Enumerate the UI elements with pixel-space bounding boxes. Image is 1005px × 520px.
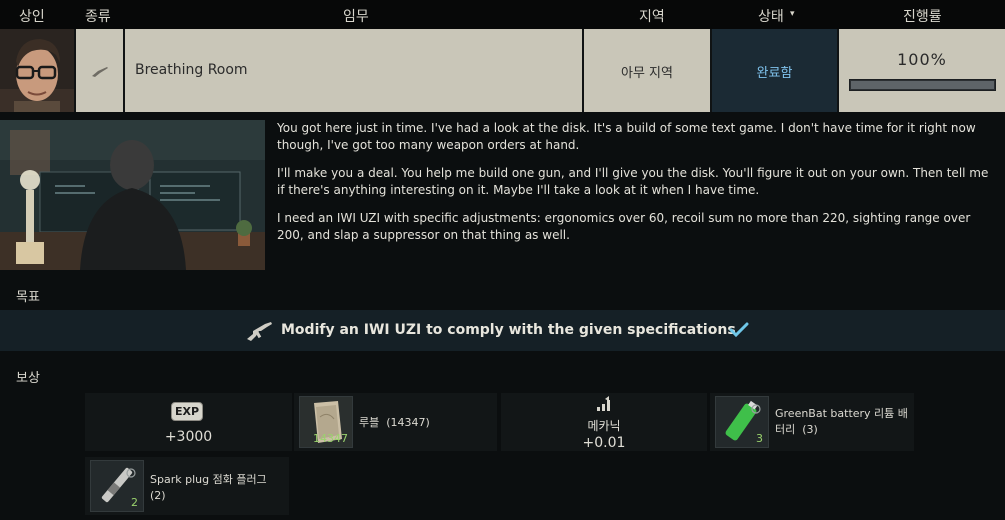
- skill-bars-icon: [597, 396, 610, 411]
- reward-spark-plug[interactable]: 2 Spark plug 점화 플러그 (2): [85, 457, 289, 515]
- description-paragraph: You got here just in time. I've had a lo…: [277, 121, 976, 152]
- exp-value: +3000: [164, 429, 213, 445]
- quest-scene-image: [0, 120, 265, 270]
- exp-icon: EXP: [171, 402, 203, 421]
- weapon-icon: [92, 67, 108, 77]
- skill-value: +0.01: [582, 435, 626, 451]
- reward-skill: 메카닉 +0.01: [501, 393, 707, 451]
- quest-progress-cell: 100%: [839, 29, 1005, 112]
- checkmark-icon: [729, 322, 749, 338]
- rewards-label: 보상: [16, 371, 40, 386]
- header-type[interactable]: 종류: [85, 6, 111, 26]
- header-location[interactable]: 지역: [639, 6, 665, 26]
- quest-location: 아무 지역: [621, 66, 673, 81]
- status-badge: 완료함: [756, 66, 793, 81]
- reward-battery[interactable]: 3 GreenBat battery 리튬 배터리 (3): [710, 393, 914, 451]
- progress-bar: [849, 79, 996, 91]
- quest-description-area: You got here just in time. I've had a lo…: [0, 112, 1005, 280]
- money-qty: (14347): [386, 416, 430, 429]
- battery-name: GreenBat battery 리튬 배터리: [775, 407, 908, 436]
- description-paragraph: I need an IWI UZI with specific adjustme…: [277, 211, 971, 242]
- money-count: 14347: [313, 432, 348, 445]
- battery-icon: 3: [715, 396, 769, 448]
- exp-badge-text: EXP: [174, 405, 200, 418]
- quest-description: You got here just in time. I've had a lo…: [277, 120, 997, 255]
- objective-text: Modify an IWI UZI to comply with the giv…: [281, 322, 736, 338]
- reward-money-name: 루블 (14347): [359, 415, 430, 431]
- battery-count: 3: [756, 432, 763, 445]
- reward-exp: EXP +3000: [85, 393, 292, 451]
- progress-bar-fill: [851, 81, 994, 89]
- plug-count: 2: [131, 496, 138, 509]
- header-status[interactable]: 상태: [758, 6, 784, 26]
- reward-plug-name: Spark plug 점화 플러그 (2): [150, 472, 288, 504]
- header-trader[interactable]: 상인: [19, 6, 45, 26]
- chevron-down-icon[interactable]: ▾: [790, 9, 795, 19]
- battery-qty: (3): [802, 423, 818, 436]
- weapon-icon: [247, 322, 272, 341]
- quest-type-cell: [76, 29, 123, 112]
- quest-name: Breathing Room: [135, 62, 248, 78]
- money-name: 루블: [359, 416, 380, 429]
- reward-money[interactable]: 14347 루블 (14347): [294, 393, 497, 451]
- reward-battery-name: GreenBat battery 리튬 배터리 (3): [775, 406, 913, 438]
- header-progress[interactable]: 진행률: [903, 6, 942, 26]
- progress-percent: 100%: [897, 50, 947, 69]
- objectives-label: 목표: [16, 290, 40, 305]
- trader-avatar: [0, 29, 74, 112]
- header-quest[interactable]: 임무: [343, 6, 369, 26]
- description-paragraph: I'll make you a deal. You help me build …: [277, 166, 989, 197]
- plug-name: Spark plug 점화 플러그: [150, 473, 267, 486]
- quest-row[interactable]: Breathing Room 아무 지역 완료함 100%: [0, 29, 1005, 112]
- quest-location-cell: 아무 지역: [584, 29, 710, 112]
- plug-qty: (2): [150, 489, 166, 502]
- rouble-icon: 14347: [299, 396, 353, 448]
- skill-name: 메카닉: [587, 419, 621, 433]
- quest-name-cell[interactable]: Breathing Room: [125, 29, 582, 112]
- spark-plug-icon: 2: [90, 460, 144, 512]
- quest-status-cell: 완료함: [712, 29, 837, 112]
- objective-item[interactable]: Modify an IWI UZI to comply with the giv…: [0, 310, 1005, 351]
- table-header: 상인 종류 임무 지역 상태 ▾ 진행률: [0, 0, 1005, 29]
